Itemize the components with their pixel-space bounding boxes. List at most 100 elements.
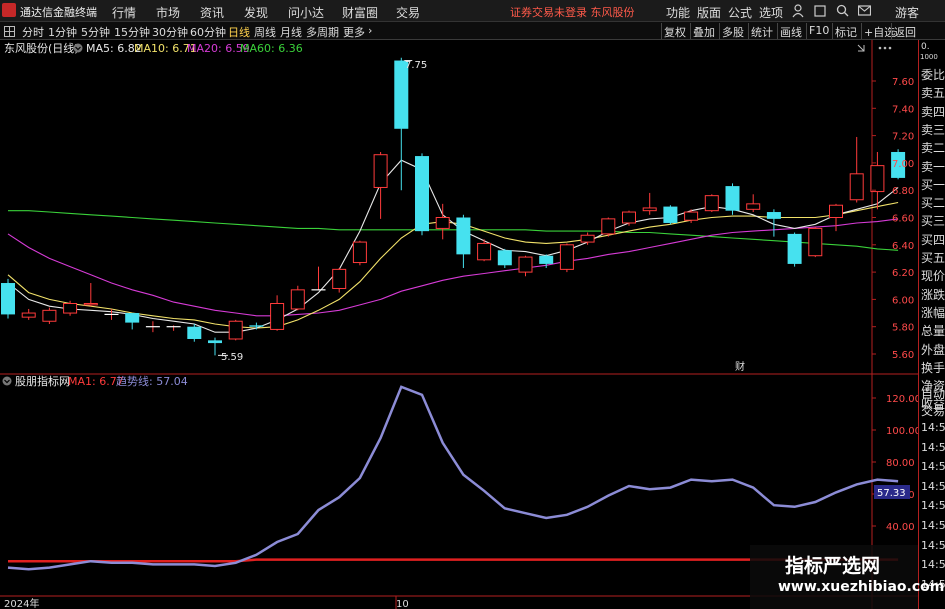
sidebar-item[interactable]: 卖三 bbox=[921, 121, 945, 138]
menu-shichang[interactable]: 市场 bbox=[156, 4, 180, 21]
chart-options-icon[interactable] bbox=[878, 46, 892, 50]
sidebar-time: 14:56 bbox=[921, 440, 945, 454]
sidebar-time: 14:56 bbox=[921, 538, 945, 552]
candle bbox=[228, 319, 243, 341]
period-15min[interactable]: 15分钟 bbox=[114, 24, 150, 40]
period-weekly[interactable]: 周线 bbox=[254, 24, 276, 40]
sidebar-item[interactable]: 买五 bbox=[921, 249, 945, 266]
menu-banmian[interactable]: 版面 bbox=[697, 4, 721, 21]
period-daily[interactable]: 日线 bbox=[228, 24, 250, 40]
candle bbox=[166, 325, 181, 331]
menu-jiaoyi[interactable]: 交易 bbox=[396, 4, 420, 21]
sidebar-item[interactable]: 涨幅 bbox=[921, 304, 945, 321]
grid-icon[interactable] bbox=[4, 26, 15, 37]
menu-gongneng[interactable]: 功能 bbox=[666, 4, 690, 21]
btn-fuquan[interactable]: 复权 bbox=[661, 23, 688, 39]
email-icon[interactable] bbox=[858, 5, 871, 17]
sidebar-time: 14:56 bbox=[921, 558, 945, 572]
sidebar-item[interactable]: 卖五 bbox=[921, 84, 945, 101]
candle bbox=[642, 192, 657, 215]
sidebar-item[interactable]: 买一 bbox=[921, 176, 945, 193]
sidebar-item[interactable]: 卖四 bbox=[921, 103, 945, 120]
candle-body-down bbox=[663, 206, 678, 223]
candle-body-down bbox=[1, 283, 15, 315]
sidebar-item[interactable]: 卖一 bbox=[921, 158, 945, 175]
period-5min[interactable]: 5分钟 bbox=[81, 24, 110, 40]
sidebar-time: 14:56 bbox=[921, 421, 945, 434]
kline-chart[interactable]: 7.60 7.40 7.20 7.00 6.80 6.60 6.40 6.20 6.00 5.80… bbox=[0, 40, 918, 609]
watermark-title: 指标严选网 bbox=[785, 555, 881, 577]
more-chevron-icon[interactable]: › bbox=[368, 24, 372, 37]
candle-body-down bbox=[187, 326, 202, 339]
indicator-lines bbox=[7, 385, 899, 571]
candle-body-up bbox=[290, 289, 305, 310]
price-tick-label: 7.60 bbox=[892, 77, 914, 88]
btn-back[interactable]: 返回 bbox=[891, 23, 918, 39]
btn-tongji[interactable]: 统计 bbox=[748, 23, 775, 39]
candle-body-up bbox=[518, 256, 533, 273]
sidebar-item[interactable]: 换手 bbox=[921, 359, 945, 376]
sidebar-item[interactable]: 总量 bbox=[921, 322, 945, 339]
login-notice[interactable]: 证券交易未登录 东风股份 bbox=[510, 4, 635, 20]
period-monthly[interactable]: 月线 bbox=[280, 24, 302, 40]
skin-icon[interactable] bbox=[814, 4, 826, 18]
menu-gongshi[interactable]: 公式 bbox=[728, 4, 752, 21]
chart-grid bbox=[0, 40, 918, 609]
period-fenshi[interactable]: 分时 bbox=[22, 24, 44, 40]
candle-body-down bbox=[249, 325, 264, 327]
sidebar-item[interactable]: 委比 bbox=[921, 66, 945, 83]
btn-huaxian[interactable]: 画线 bbox=[777, 23, 804, 39]
trend-line bbox=[7, 385, 899, 571]
sidebar-item[interactable]: 涨跌 bbox=[921, 286, 945, 303]
period-60min[interactable]: 60分钟 bbox=[190, 24, 226, 40]
btn-duogu[interactable]: 多股 bbox=[719, 23, 746, 39]
candle bbox=[435, 203, 450, 240]
sidebar-time: 14:56 bbox=[921, 479, 945, 493]
menu-guest[interactable]: 游客 bbox=[895, 4, 919, 21]
sidebar-item[interactable]: 卖二 bbox=[921, 139, 945, 156]
indicator-collapse-icon[interactable] bbox=[2, 376, 12, 386]
menu-zixun[interactable]: 资讯 bbox=[200, 4, 224, 21]
watermark: 指标严选网 www.xuezhibiao.com bbox=[750, 545, 944, 609]
sidebar-item[interactable]: 买三 bbox=[921, 212, 945, 229]
btn-diejia[interactable]: 叠加 bbox=[690, 23, 717, 39]
menu-caifuquan[interactable]: 财富圈 bbox=[342, 4, 378, 21]
candle-body-up bbox=[373, 154, 388, 188]
user-icon[interactable] bbox=[792, 4, 804, 18]
quote-sidebar: 0. 1000 委比 卖五 卖四 卖三 卖二 卖一 买一 买二 买三 买四 买五 现价 涨跌 涨幅 总量 外盘… bbox=[918, 40, 945, 609]
candle-body-up bbox=[870, 165, 885, 193]
sidebar-item[interactable]: 外盘 bbox=[921, 341, 945, 358]
period-more[interactable]: 更多 bbox=[343, 24, 365, 40]
sidebar-zidong[interactable]: 自动 bbox=[921, 385, 945, 402]
sidebar-item[interactable]: 现价 bbox=[921, 267, 945, 284]
ma-collapse-icon[interactable] bbox=[73, 43, 83, 53]
sidebar-item[interactable]: 买二 bbox=[921, 194, 945, 211]
ma10-line bbox=[7, 201, 899, 329]
menu-wenxiaoda[interactable]: 问小达 bbox=[288, 4, 324, 21]
chart-settings-icon[interactable] bbox=[857, 44, 865, 52]
month-label: 10 bbox=[396, 599, 409, 609]
year-label: 2024年 bbox=[4, 597, 39, 609]
sidebar-top-small2: 1000 bbox=[920, 53, 938, 61]
axis-ticks: 7.60 7.40 7.20 7.00 6.80 6.60 6.40 6.20 6.00 5.80… bbox=[872, 77, 918, 533]
period-1min[interactable]: 1分钟 bbox=[48, 24, 77, 40]
price-tick-label: 7.00 bbox=[892, 159, 914, 170]
price-tick-label: 5.60 bbox=[892, 350, 914, 361]
btn-biaoji[interactable]: 标记 bbox=[832, 23, 859, 39]
sidebar-jiaoyi[interactable]: 交易 bbox=[921, 402, 945, 419]
menu-hangqing[interactable]: 行情 bbox=[112, 4, 136, 21]
btn-f10[interactable]: F10 bbox=[806, 23, 831, 39]
finance-marker[interactable]: 财 bbox=[735, 360, 745, 373]
candle bbox=[332, 268, 347, 293]
period-30min[interactable]: 30分钟 bbox=[152, 24, 188, 40]
menu-xuanxiang[interactable]: 选项 bbox=[759, 4, 783, 21]
menu-faxian[interactable]: 发现 bbox=[244, 4, 268, 21]
period-multi[interactable]: 多周期 bbox=[306, 24, 339, 40]
candle bbox=[580, 232, 595, 245]
app-name: 通达信金融终端 bbox=[20, 6, 97, 19]
title-bar: 通达信金融终端 行情 市场 资讯 发现 问小达 财富圈 交易 证券交易未登录 东… bbox=[0, 0, 945, 22]
candle-body-down bbox=[456, 217, 471, 255]
sidebar-item[interactable]: 买四 bbox=[921, 231, 945, 248]
ma5-line bbox=[7, 159, 899, 333]
search-icon[interactable] bbox=[836, 4, 849, 18]
